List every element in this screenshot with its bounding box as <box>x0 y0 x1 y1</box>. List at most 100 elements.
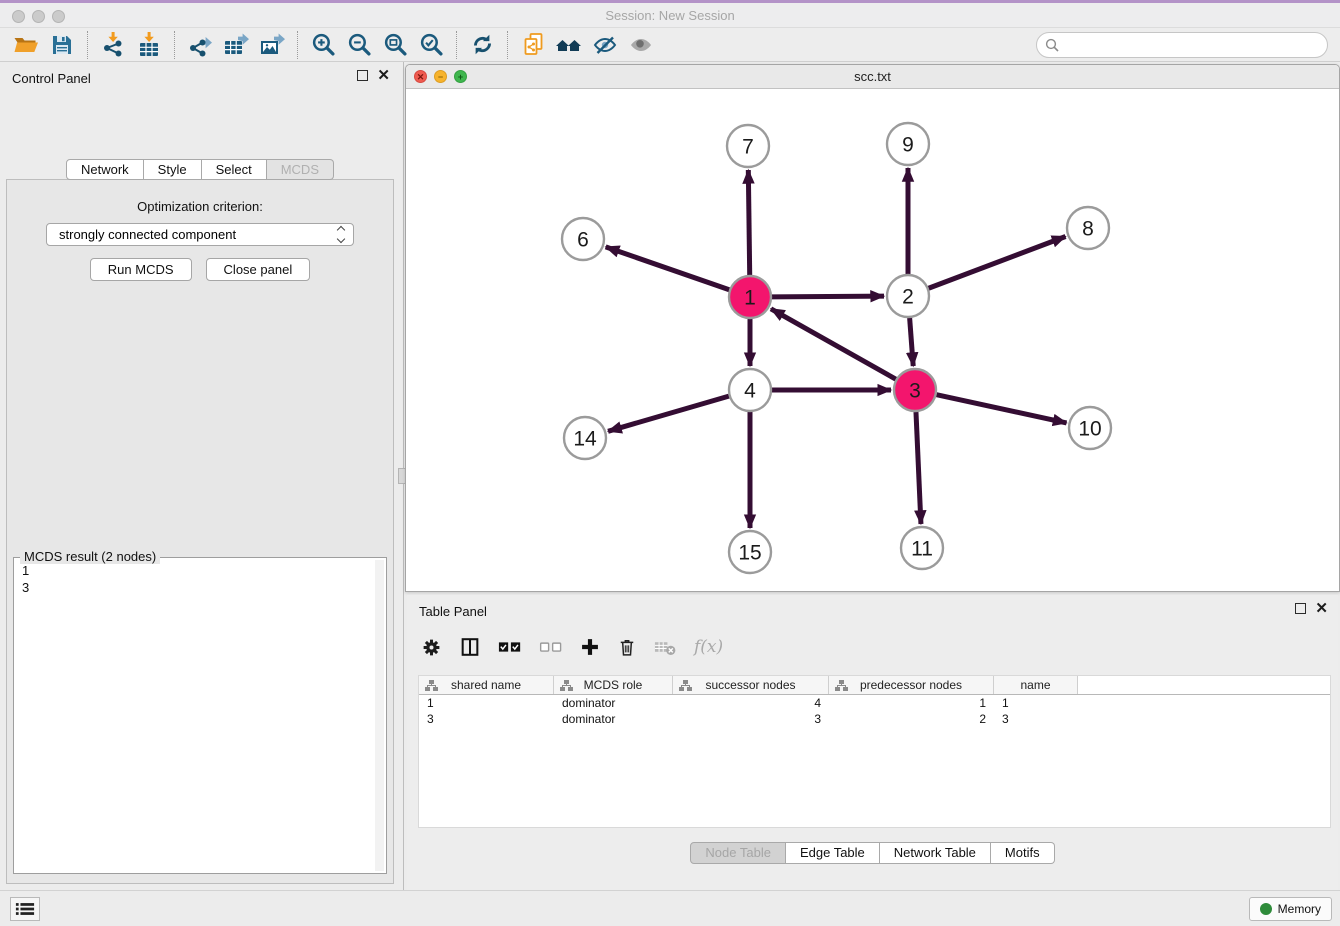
new-network-from-selection-button[interactable] <box>515 30 551 60</box>
table-row[interactable]: 1dominator411 <box>419 695 1330 711</box>
magnifier-icon <box>1045 38 1059 52</box>
tree-icon <box>560 679 573 692</box>
table-panel-tabs: Node TableEdge TableNetwork TableMotifs <box>407 842 1338 864</box>
network-window-titlebar: ✕ − + scc.txt <box>406 65 1339 89</box>
tab-style[interactable]: Style <box>144 159 202 180</box>
tab-mcds[interactable]: MCDS <box>267 159 334 180</box>
zoom-in-button[interactable] <box>305 30 341 60</box>
import-network-button[interactable] <box>95 30 131 60</box>
maximize-view-icon[interactable]: + <box>454 70 467 83</box>
network-export-icon <box>187 32 213 58</box>
close-panel-icon[interactable]: ✕ <box>377 70 390 81</box>
table-cell: dominator <box>554 695 673 711</box>
float-table-panel-icon[interactable] <box>1295 603 1306 614</box>
network-view-window: ✕ − + scc.txt 7968124314101511 <box>405 64 1340 592</box>
tab-select[interactable]: Select <box>202 159 267 180</box>
zoom-window-icon[interactable] <box>52 10 65 23</box>
export-image-button[interactable] <box>254 30 290 60</box>
save-session-button[interactable] <box>44 30 80 60</box>
table-import-icon <box>137 32 161 58</box>
network-canvas[interactable]: 7968124314101511 <box>406 89 1339 591</box>
open-session-button[interactable] <box>8 30 44 60</box>
magnifier-plus-icon <box>311 32 336 57</box>
graph-edge-1-2[interactable] <box>772 296 884 297</box>
folder-open-icon <box>13 33 40 57</box>
first-neighbors-button[interactable] <box>551 30 587 60</box>
tab-motifs[interactable]: Motifs <box>991 842 1055 864</box>
column-header-name[interactable]: name <box>994 676 1078 694</box>
network-graph[interactable]: 7968124314101511 <box>406 89 1339 591</box>
zoom-fit-button[interactable] <box>377 30 413 60</box>
import-table-button[interactable] <box>131 30 167 60</box>
graph-edge-3-1[interactable] <box>771 309 896 379</box>
column-header-predecessor-nodes[interactable]: predecessor nodes <box>829 676 994 694</box>
tab-network-table[interactable]: Network Table <box>880 842 991 864</box>
graph-edge-3-10[interactable] <box>936 395 1066 423</box>
close-view-icon[interactable]: ✕ <box>414 70 427 83</box>
refresh-layout-button[interactable] <box>464 30 500 60</box>
gear-icon[interactable] <box>421 637 442 658</box>
zoom-out-button[interactable] <box>341 30 377 60</box>
control-panel-tabs: NetworkStyleSelectMCDS <box>0 159 400 180</box>
table-panel-title: Table Panel <box>419 604 487 619</box>
export-table-button[interactable] <box>218 30 254 60</box>
toolbar-separator <box>174 31 175 59</box>
close-window-icon[interactable] <box>12 10 25 23</box>
optimization-criterion-label: Optimization criterion: <box>7 199 393 214</box>
tree-icon <box>425 679 438 692</box>
table-cell: 3 <box>994 711 1078 727</box>
graph-node-label-1: 1 <box>744 287 756 310</box>
column-header-MCDS-role[interactable]: MCDS role <box>554 676 673 694</box>
graph-edge-1-6[interactable] <box>606 247 730 290</box>
table-cell: 2 <box>829 711 994 727</box>
panel-divider[interactable] <box>400 62 404 890</box>
table-row[interactable]: 3dominator323 <box>419 711 1330 727</box>
graph-edge-3-11[interactable] <box>916 412 921 524</box>
export-network-button[interactable] <box>182 30 218 60</box>
mcds-result-text[interactable]: 1 3 <box>16 562 374 871</box>
toolbar-separator <box>456 31 457 59</box>
run-mcds-button[interactable]: Run MCDS <box>90 258 192 281</box>
node-table: shared nameMCDS rolesuccessor nodesprede… <box>418 675 1331 828</box>
network-view-title: scc.txt <box>854 69 891 84</box>
eye-slash-icon <box>592 33 618 57</box>
column-header-shared-name[interactable]: shared name <box>419 676 554 694</box>
function-icon[interactable]: f(x) <box>694 637 723 657</box>
delete-column-icon[interactable] <box>654 637 677 657</box>
zoom-selected-button[interactable] <box>413 30 449 60</box>
graph-edge-2-8[interactable] <box>929 236 1066 288</box>
result-scrollbar[interactable] <box>375 560 384 871</box>
control-panel-title: Control Panel <box>12 71 91 86</box>
tab-network[interactable]: Network <box>66 159 144 180</box>
tab-node-table[interactable]: Node Table <box>690 842 786 864</box>
close-table-panel-icon[interactable]: ✕ <box>1315 603 1328 614</box>
hide-selected-button[interactable] <box>587 30 623 60</box>
tree-icon <box>679 679 692 692</box>
trash-icon[interactable] <box>617 636 637 658</box>
close-panel-button[interactable]: Close panel <box>206 258 311 281</box>
float-panel-icon[interactable] <box>357 70 368 81</box>
columns-icon[interactable] <box>459 636 481 658</box>
memory-button[interactable]: Memory <box>1249 897 1332 921</box>
minimize-view-icon[interactable]: − <box>434 70 447 83</box>
memory-status-icon <box>1260 903 1272 915</box>
criterion-select[interactable]: strongly connected component <box>46 223 354 246</box>
minimize-window-icon[interactable] <box>32 10 45 23</box>
graph-edge-1-7[interactable] <box>748 170 749 275</box>
column-header-successor-nodes[interactable]: successor nodes <box>673 676 829 694</box>
control-panel: Control Panel ✕ NetworkStyleSelectMCDS O… <box>0 62 400 890</box>
task-history-button[interactable] <box>10 897 40 921</box>
unchecked-boxes-icon[interactable] <box>539 638 563 656</box>
tab-edge-table[interactable]: Edge Table <box>786 842 880 864</box>
show-all-button[interactable] <box>623 30 659 60</box>
graph-edge-2-3[interactable] <box>910 318 914 366</box>
graph-node-label-10: 10 <box>1078 418 1101 441</box>
eye-icon <box>628 33 654 57</box>
graph-edge-4-14[interactable] <box>608 396 729 431</box>
network-import-icon <box>101 32 125 58</box>
pages-share-icon <box>521 32 546 58</box>
search-input[interactable] <box>1059 34 1327 56</box>
checked-boxes-icon[interactable] <box>498 638 522 656</box>
plus-icon[interactable] <box>580 637 600 657</box>
search-box <box>1036 32 1328 58</box>
